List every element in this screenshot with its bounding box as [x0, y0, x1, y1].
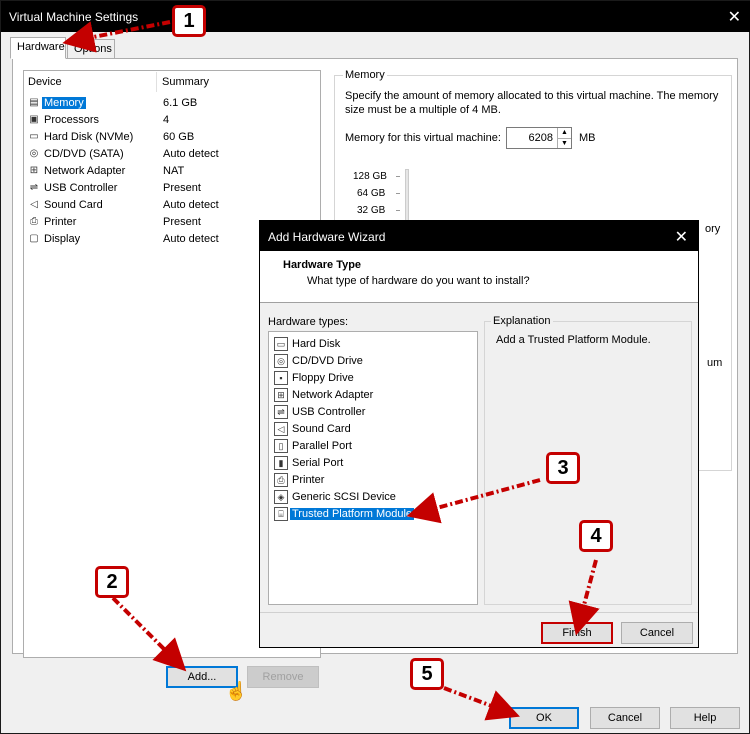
arrow-1 — [62, 20, 171, 53]
callout-badge-4: 4 — [579, 520, 613, 552]
callout-arrows — [62, 20, 600, 721]
arrow-4 — [568, 559, 600, 636]
callout-badge-2: 2 — [95, 566, 129, 598]
callout-badge-1: 1 — [172, 5, 206, 37]
arrow-5 — [443, 686, 520, 721]
arrow-2 — [111, 596, 187, 672]
callout-badge-5: 5 — [410, 658, 444, 690]
arrow-3 — [406, 478, 541, 524]
callout-badge-3: 3 — [546, 452, 580, 484]
